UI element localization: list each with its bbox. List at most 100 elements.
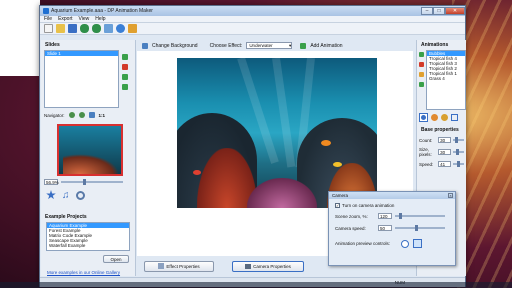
speed-slider[interactable] [452,161,464,167]
zoom-out-icon[interactable] [78,112,85,118]
fish [193,170,201,175]
menu-export[interactable]: Export [58,16,72,22]
zoom-in-icon[interactable] [68,112,75,118]
tab-general[interactable] [419,113,428,122]
preview-stop-icon[interactable] [413,239,422,248]
info-icon[interactable] [116,24,125,33]
animations-title: Animations [421,42,449,48]
close-icon[interactable]: × [448,193,453,198]
gear-icon [421,115,426,120]
scene-zoom-slider[interactable] [395,213,445,219]
resize-icon[interactable] [451,114,458,121]
scene-zoom-input[interactable]: 120 [378,213,392,219]
count-slider[interactable] [452,137,464,143]
aquarium-scene[interactable] [177,58,377,208]
turn-on-row: ✓ Turn on camera animation [329,199,455,210]
zoom-row: 56.9% [41,176,135,188]
background-icon [142,42,148,49]
preview-controls-label: Animation preview controls: [335,241,391,246]
effect-select[interactable]: Underwater ▾ [246,42,293,49]
add-animation-button[interactable]: Add Animation [310,43,342,49]
slide-item[interactable]: Slide 1 [45,51,118,56]
effect-select-value: Underwater [249,43,273,48]
fish [333,162,342,167]
camera-speed-input[interactable]: 50 [378,225,392,231]
examples-title: Example Projects [45,214,87,220]
gallery-link[interactable]: More examples in our Online Gallery [47,270,120,275]
slides-title: Slides [45,42,60,48]
effect-properties-label: Effect Properties [166,263,200,269]
navigator-label: Navigator: [44,112,65,118]
effect-properties-button[interactable]: Effect Properties [144,260,214,272]
stage-topbar: Change Background Choose Effect: Underwa… [137,40,417,51]
add-animation-icon [300,42,307,49]
preview-reef [63,154,119,174]
camera-speed-label: Camera speed: [335,225,366,231]
minimize-button[interactable]: – [421,6,433,15]
export-icon[interactable] [104,24,113,33]
preview-controls-row: Animation preview controls: [329,234,455,253]
palette-icon[interactable] [431,114,438,121]
fit-icon[interactable] [88,112,95,118]
open-button[interactable]: Open [103,255,129,263]
size-input[interactable]: 30 [438,149,451,155]
open-folder-icon[interactable] [56,24,65,33]
preview-play-icon[interactable] [401,239,409,248]
navigator-preview[interactable] [57,124,123,176]
clock-icon[interactable] [75,190,85,200]
new-file-icon[interactable] [44,24,53,33]
turn-on-label: Turn on camera animation [342,203,395,208]
slides-list[interactable]: Slide 1 [44,50,119,108]
size-label: Size, pixels: [419,147,432,157]
key-icon[interactable] [128,24,137,33]
turn-on-checkbox[interactable]: ✓ [335,203,340,208]
scene-zoom-label: Scene zoom, %: [335,213,368,219]
move-up-icon[interactable] [419,52,424,57]
delete-icon[interactable] [419,62,424,67]
example-item[interactable]: Waterfall Example [47,243,129,248]
close-button[interactable]: ✕ [445,6,465,15]
menu-help[interactable]: Help [95,16,105,22]
examples-list[interactable]: Aquarium Example Forest Example Matrix C… [46,222,130,251]
menu-view[interactable]: View [79,16,90,22]
zoom-percent[interactable]: 56.9% [44,179,59,185]
camera-properties-label: Camera Properties [253,263,291,269]
menu-file[interactable]: File [44,16,52,22]
menu-bar: File Export View Help [40,16,465,23]
undo-icon[interactable] [80,24,89,33]
left-panel: Slides Slide 1 Navigator: 1:1 56.9% ♫ Ex… [41,40,136,276]
navigator-row: Navigator: 1:1 [41,108,135,122]
gallery-link-wrap: More examples in our Online Gallery [41,263,135,276]
music-icon[interactable]: ♫ [62,190,70,201]
change-background-button[interactable]: Change Background [152,43,198,49]
camera-dialog-title: Camera [332,193,349,198]
choose-effect-label: Choose Effect: [209,42,243,49]
camera-dialog: Camera × ✓ Turn on camera animation Scen… [328,191,456,266]
maximize-button[interactable]: □ [433,6,445,15]
move-down-icon[interactable] [419,82,424,87]
taskbar [0,282,512,288]
duplicate-icon[interactable] [419,72,424,77]
redo-icon[interactable] [92,24,101,33]
zoom-slider[interactable] [61,179,123,185]
animation-item[interactable]: Grass 4 [427,76,465,81]
app-icon [43,8,49,14]
speed-input[interactable]: 41 [438,161,451,167]
motion-icon[interactable] [441,114,448,121]
zoom-1to1-button[interactable]: 1:1 [99,113,106,118]
save-icon[interactable] [68,24,77,33]
camera-speed-slider[interactable] [395,225,445,231]
animations-list[interactable]: Bubbles Tropical fish 4 Tropical fish 3 … [426,50,466,110]
camera-properties-button[interactable]: Camera Properties [232,260,304,272]
delete-icon[interactable] [122,64,128,70]
add-icon[interactable] [122,74,128,80]
count-input[interactable]: 30 [438,137,451,143]
speed-row: Speed: 41 [417,159,466,169]
camera-dialog-titlebar: Camera × [329,192,455,199]
size-slider[interactable] [452,149,464,155]
fish [321,140,331,146]
move-up-icon[interactable] [122,54,128,60]
move-down-icon[interactable] [122,84,128,90]
star-icon[interactable] [46,190,56,200]
coral-purple [247,178,317,208]
